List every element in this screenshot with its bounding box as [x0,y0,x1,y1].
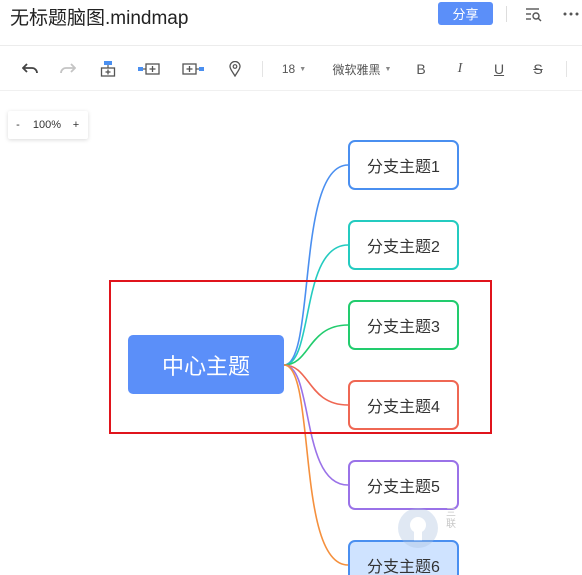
watermark-line-1: 三 [446,508,456,519]
watermark-logo-icon [395,505,441,551]
branch-topic-node-1[interactable]: 分支主题1 [348,140,459,190]
watermark-text: 三 联 [446,508,456,530]
branch-topic-node-5[interactable]: 分支主题5 [348,460,459,510]
watermark-line-2: 联 [446,519,456,530]
highlight-rectangle [109,280,492,434]
branch-topic-node-2[interactable]: 分支主题2 [348,220,459,270]
